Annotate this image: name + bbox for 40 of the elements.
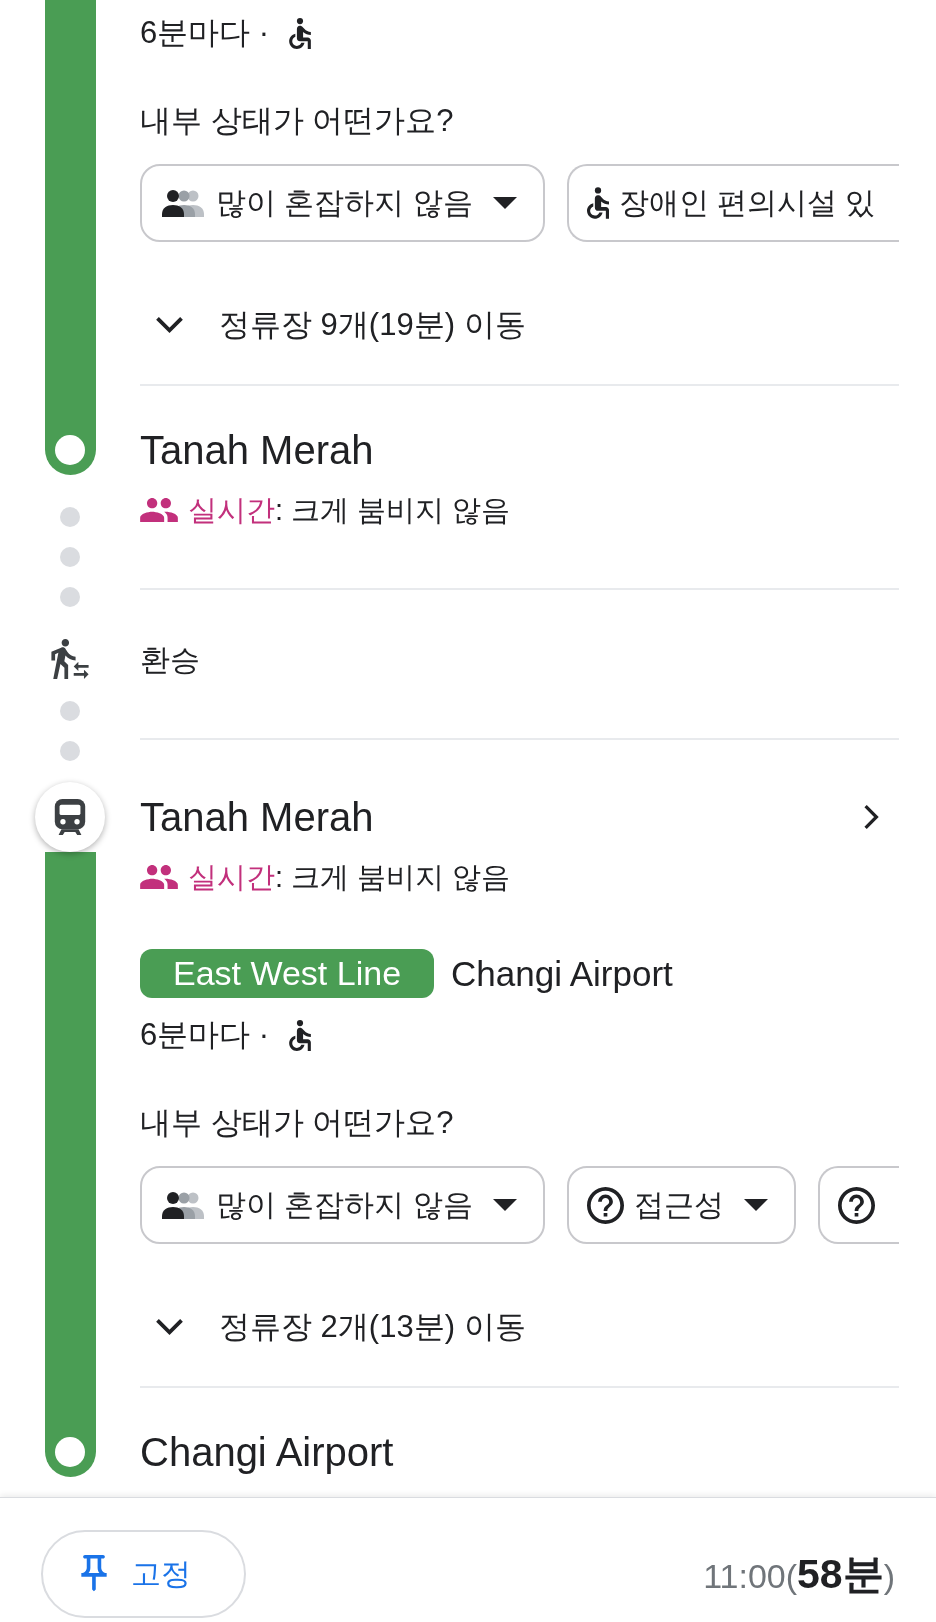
feedback-chip[interactable] xyxy=(817,1166,899,1244)
walking-person-icon xyxy=(51,639,89,679)
people-icon xyxy=(140,498,178,522)
wheelchair-icon xyxy=(586,187,609,219)
crowding-status: 실시간: 크게 붐비지 않음 xyxy=(188,860,511,895)
crowding-chip[interactable]: 많이 혼잡하지 않음 xyxy=(140,164,545,242)
people-icon xyxy=(160,189,206,217)
caret-icon xyxy=(743,1199,768,1211)
station-name: Changi Airport xyxy=(140,1429,394,1476)
train-icon xyxy=(35,782,105,852)
station-name: Tanah Merah xyxy=(140,427,374,474)
stops-toggle[interactable]: 정류장 9개(19분) 이동 xyxy=(140,300,526,350)
question-prompt: 내부 상태가 어떤가요? xyxy=(140,1105,454,1140)
station-dot xyxy=(55,1437,85,1467)
stops-toggle[interactable]: 정류장 2개(13분) 이동 xyxy=(140,1302,526,1352)
pin-button[interactable]: 고정 xyxy=(41,1530,246,1618)
chevron-right-icon[interactable] xyxy=(863,804,879,830)
route-dot xyxy=(60,547,80,567)
route-dot xyxy=(60,701,80,721)
arrival-time: 11:00(58분) xyxy=(703,1549,895,1599)
crowding-status: 실시간: 크게 붐비지 않음 xyxy=(188,493,511,528)
caret-icon xyxy=(492,1199,517,1211)
crowding-chip[interactable]: 많이 혼잡하지 않음 xyxy=(140,1166,545,1244)
question-prompt: 내부 상태가 어떤가요? xyxy=(140,103,454,138)
route-dot xyxy=(60,587,80,607)
pin-icon xyxy=(81,1555,107,1593)
feedback-chip[interactable]: 접근성 xyxy=(566,1166,796,1244)
accessibility-chip[interactable]: 장애인 편의시설 있 xyxy=(566,164,899,242)
people-icon xyxy=(160,1191,206,1219)
route-dot xyxy=(60,507,80,527)
caret-icon xyxy=(492,197,517,209)
headsign: Changi Airport xyxy=(451,953,673,995)
station-dot xyxy=(55,435,85,465)
frequency-text: 6분마다 · xyxy=(140,14,270,52)
frequency-text: 6분마다 · xyxy=(140,1016,270,1054)
people-icon xyxy=(140,865,178,889)
transfer-label: 환승 xyxy=(140,643,200,676)
route-dot xyxy=(60,741,80,761)
line-badge: East West Line xyxy=(140,949,435,998)
station-name: Tanah Merah xyxy=(140,794,374,841)
